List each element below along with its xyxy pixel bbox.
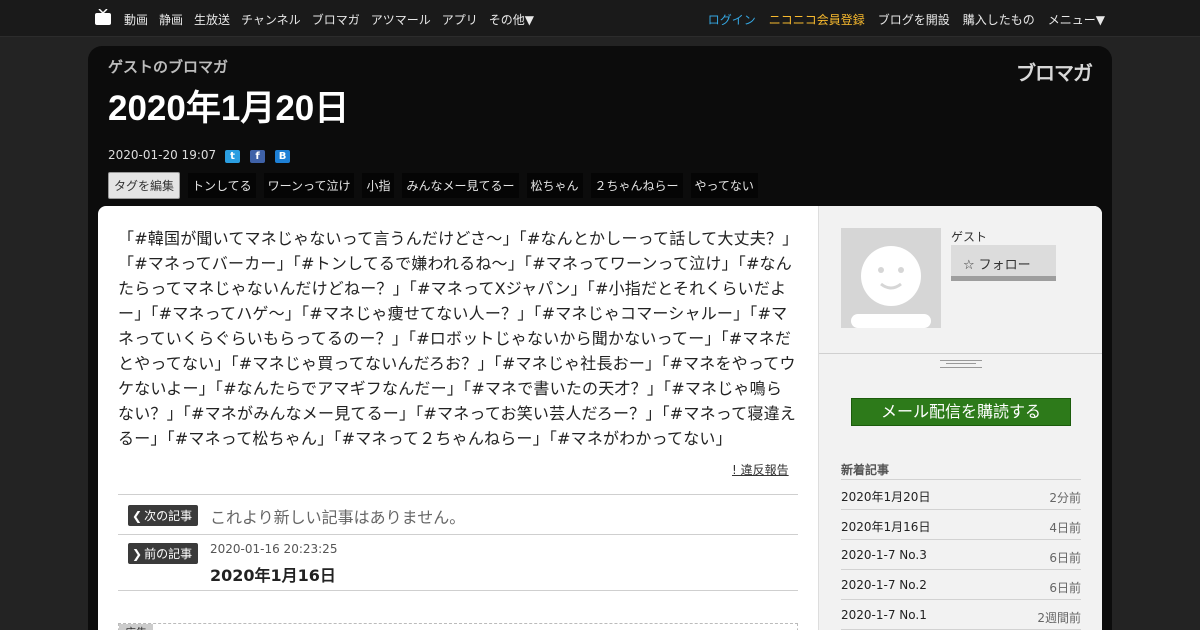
new-article-age: 6日前 (1049, 581, 1081, 595)
login-link[interactable]: ログイン (708, 11, 756, 28)
facebook-share-icon[interactable]: f (250, 150, 265, 163)
blomaga-logo[interactable]: ブロマガ (1016, 57, 1093, 86)
sidebar-divider (819, 353, 1102, 354)
new-article-age: 6日前 (1049, 551, 1081, 565)
new-article-title: 2020年1月20日 (841, 490, 931, 504)
tag-item[interactable]: トンしてる (188, 173, 256, 198)
nav-live[interactable]: 生放送 (194, 11, 230, 28)
ad-area: 広告 (118, 623, 798, 630)
next-article-label: 次の記事 (144, 509, 193, 523)
user-name[interactable]: ゲスト (951, 228, 987, 245)
twitter-share-icon[interactable]: t (225, 150, 240, 163)
collapse-grip-icon[interactable] (940, 360, 982, 368)
chevron-left-icon: ❮ (132, 509, 143, 523)
list-item[interactable]: 2020-1-7 No.2 6日前 (841, 570, 1081, 600)
tag-item[interactable]: 小指 (362, 173, 395, 198)
next-article-row: ❮ 次の記事 これより新しい記事はありません。 (118, 494, 798, 534)
list-item[interactable]: 2020-1-7 No.3 6日前 (841, 540, 1081, 570)
register-link[interactable]: ニコニコ会員登録 (769, 11, 865, 28)
new-article-title: 2020年1月16日 (841, 520, 931, 534)
nav-seiga[interactable]: 静画 (159, 11, 183, 28)
no-newer-text: これより新しい記事はありません。 (210, 508, 466, 527)
nav-more[interactable]: その他▼ (489, 11, 534, 28)
purchased-link[interactable]: 購入したもの (963, 11, 1035, 28)
new-article-title: 2020-1-7 No.3 (841, 548, 927, 562)
prev-article-button[interactable]: ❯ 前の記事 (128, 543, 199, 564)
blog-name[interactable]: ゲストのブロマガ (108, 56, 228, 77)
avatar[interactable] (841, 228, 941, 328)
ad-label: 広告 (119, 624, 153, 630)
niconico-tv-icon[interactable] (94, 9, 112, 25)
chevron-right-icon: ❯ (132, 547, 143, 561)
follow-label: フォロー (978, 258, 1031, 273)
article-body: 「#韓国が聞いてマネじゃないって言うんだけどさ〜」「#なんとかしーって話して大丈… (118, 229, 796, 448)
tag-item[interactable]: ２ちゃんねらー (590, 173, 683, 198)
nav-douga[interactable]: 動画 (124, 11, 148, 28)
new-article-age: 2週間前 (1037, 611, 1081, 625)
prev-article-row: ❯ 前の記事 2020-01-16 20:23:25 2020年1月16日 (118, 534, 798, 591)
tag-list: タグを編集 トンしてる ワーンって泣け 小指 みんなメー見てるー 松ちゃん ２ち… (108, 172, 758, 199)
star-icon: ☆ (963, 258, 975, 273)
new-article-age: 4日前 (1049, 521, 1081, 535)
list-item[interactable]: 2020年1月20日 2分前 (841, 480, 1081, 510)
edit-tags-button[interactable]: タグを編集 (108, 172, 181, 199)
sidebar: ゲスト ☆ フォロー メール配信を購読する 新着記事 2020年1月20日 2分前 … (818, 206, 1102, 630)
tag-item[interactable]: やってない (690, 173, 758, 198)
prev-article-label: 前の記事 (144, 547, 193, 561)
new-articles-list: 2020年1月20日 2分前 2020年1月16日 4日前 2020-1-7 No.… (841, 479, 1081, 630)
article-title: 2020年1月20日 (108, 89, 350, 128)
content-card: 「#韓国が聞いてマネじゃないって言うんだけどさ〜」「#なんとかしーって話して大丈… (98, 206, 1102, 630)
menu-dropdown[interactable]: メニュー▼ (1048, 11, 1105, 28)
hatena-bookmark-icon[interactable]: B (275, 150, 290, 163)
tag-item[interactable]: ワーンって泣け (263, 173, 355, 198)
follow-button[interactable]: ☆ フォロー (951, 245, 1056, 281)
prev-article-date: 2020-01-16 20:23:25 (210, 542, 338, 556)
share-buttons: t f B (225, 150, 290, 163)
nav-app[interactable]: アプリ (442, 11, 478, 28)
nav-blomaga[interactable]: ブロマガ (312, 11, 360, 28)
prev-article-title[interactable]: 2020年1月16日 (210, 562, 336, 586)
tag-item[interactable]: 松ちゃん (526, 173, 583, 198)
tag-item[interactable]: みんなメー見てるー (402, 173, 519, 198)
new-articles-heading: 新着記事 (841, 463, 890, 477)
list-item[interactable]: 2020年1月16日 4日前 (841, 510, 1081, 540)
report-link[interactable]: ! 違反報告 (732, 461, 789, 478)
top-nav-bar: 動画 静画 生放送 チャンネル ブロマガ アツマール アプリ その他▼ ログイン… (0, 0, 1200, 37)
next-article-button[interactable]: ❮ 次の記事 (128, 505, 199, 526)
new-article-age: 2分前 (1049, 491, 1081, 505)
nav-atsumaru[interactable]: アツマール (371, 11, 431, 28)
subscribe-button[interactable]: メール配信を購読する (851, 398, 1071, 426)
nav-channel[interactable]: チャンネル (241, 11, 301, 28)
list-item[interactable]: 2020-1-7 No.1 2週間前 (841, 600, 1081, 630)
new-article-title: 2020-1-7 No.1 (841, 608, 927, 622)
new-article-title: 2020-1-7 No.2 (841, 578, 927, 592)
article-date: 2020-01-20 19:07 (108, 148, 217, 162)
open-blog-link[interactable]: ブログを開設 (878, 11, 950, 28)
